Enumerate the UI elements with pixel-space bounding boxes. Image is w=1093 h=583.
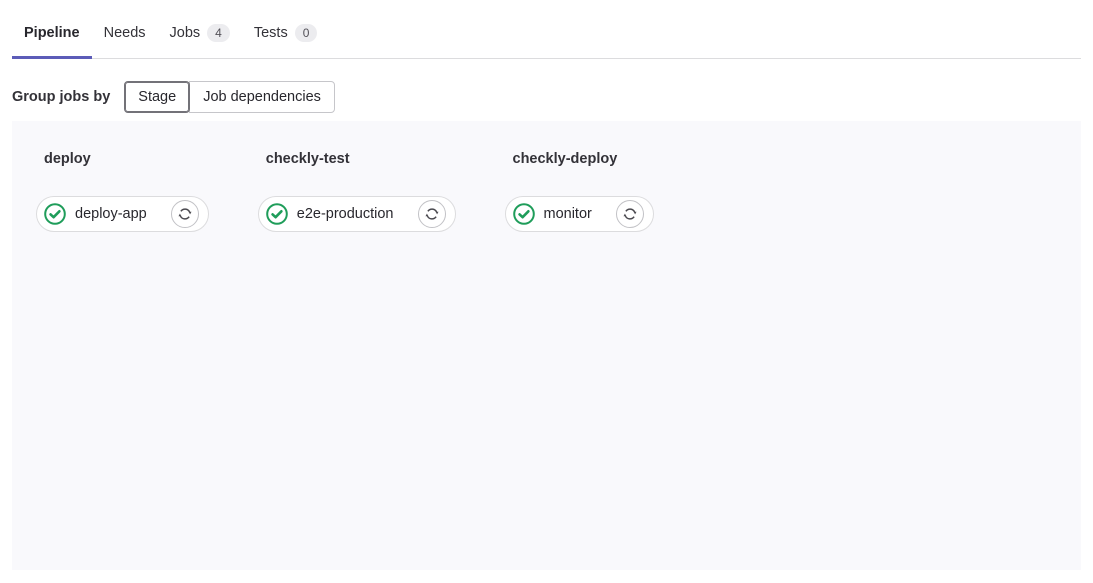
tab-pipeline-label: Pipeline xyxy=(24,25,80,41)
retry-icon xyxy=(622,206,638,222)
status-success-icon xyxy=(513,203,535,225)
job-monitor[interactable]: monitor xyxy=(505,196,654,232)
stage-name: deploy xyxy=(36,151,91,167)
stage-name: checkly-deploy xyxy=(505,151,618,167)
tab-tests[interactable]: Tests 0 xyxy=(242,8,330,58)
tab-tests-label: Tests xyxy=(254,25,288,41)
job-name: monitor xyxy=(544,206,592,222)
job-name: deploy-app xyxy=(75,206,147,222)
retry-job-button[interactable] xyxy=(171,200,199,228)
tab-needs[interactable]: Needs xyxy=(92,8,158,58)
tab-pipeline[interactable]: Pipeline xyxy=(12,8,92,58)
status-success-icon xyxy=(44,203,66,225)
group-jobs-by-row: Group jobs by Stage Job dependencies xyxy=(12,81,1081,113)
stage-column-deploy: deploy deploy-app xyxy=(36,151,209,232)
retry-icon xyxy=(177,206,193,222)
job-e2e-production[interactable]: e2e-production xyxy=(258,196,456,232)
tab-jobs[interactable]: Jobs 4 xyxy=(158,8,242,58)
group-by-stage-button[interactable]: Stage xyxy=(124,81,190,113)
stage-column-checkly-deploy: checkly-deploy monitor xyxy=(505,151,654,232)
status-success-icon xyxy=(266,203,288,225)
group-jobs-by-label: Group jobs by xyxy=(12,89,110,105)
pipeline-page: Pipeline Needs Jobs 4 Tests 0 Group jobs… xyxy=(0,8,1093,570)
retry-job-button[interactable] xyxy=(418,200,446,228)
tab-needs-label: Needs xyxy=(104,25,146,41)
tab-jobs-label: Jobs xyxy=(170,25,201,41)
tests-count-badge: 0 xyxy=(295,24,318,42)
jobs-count-badge: 4 xyxy=(207,24,230,42)
job-name: e2e-production xyxy=(297,206,394,222)
group-by-job-dependencies-button[interactable]: Job dependencies xyxy=(189,81,335,113)
stage-column-checkly-test: checkly-test e2e-production xyxy=(258,151,456,232)
pipeline-tabs: Pipeline Needs Jobs 4 Tests 0 xyxy=(12,8,1081,59)
retry-job-button[interactable] xyxy=(616,200,644,228)
stage-name: checkly-test xyxy=(258,151,350,167)
pipeline-graph: deploy deploy-app xyxy=(12,121,1081,570)
group-jobs-by-control: Stage Job dependencies xyxy=(124,81,335,113)
job-deploy-app[interactable]: deploy-app xyxy=(36,196,209,232)
retry-icon xyxy=(424,206,440,222)
